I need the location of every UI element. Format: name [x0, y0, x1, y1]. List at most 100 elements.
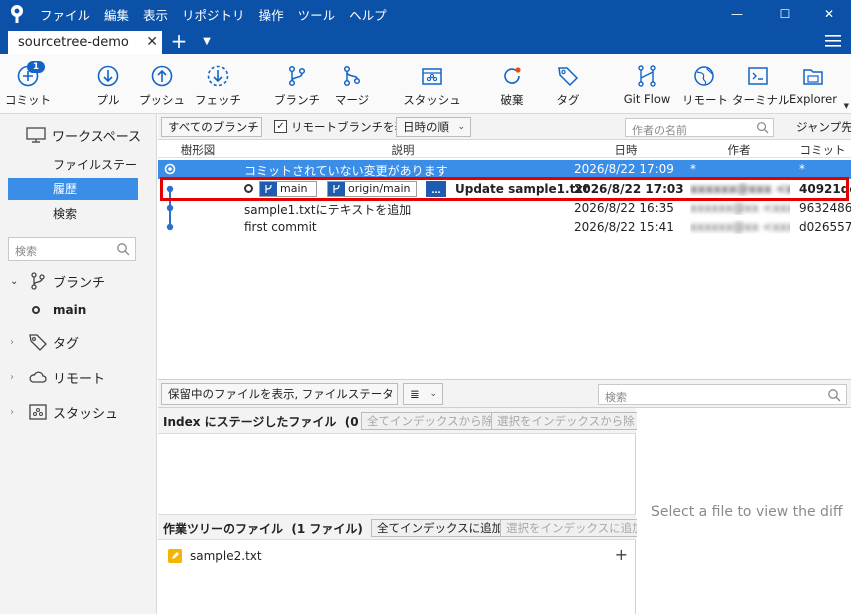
stage-file-plus-icon[interactable]: + [615, 545, 628, 564]
commit-hash: 9632486 [799, 201, 851, 215]
tab-close-icon[interactable]: ✕ [146, 34, 158, 50]
stage-all-button[interactable]: 全てインデックスに追加 [371, 519, 510, 537]
sidebar-item-search[interactable]: 検索 [8, 203, 138, 225]
tag-button[interactable]: タグ [548, 54, 588, 114]
stage-selected-button[interactable]: 選択をインデックスに追加 [500, 519, 650, 537]
author-search-input[interactable]: 作者の名前 [625, 118, 774, 137]
show-remote-branches-checkbox[interactable]: ✓ [274, 120, 287, 133]
hamburger-menu-icon[interactable] [825, 34, 841, 48]
worktree-files-label: 作業ツリーのファイル [163, 522, 284, 536]
menu-file[interactable]: ファイル [40, 5, 90, 24]
commit-description: first commit [244, 220, 317, 234]
sidebar-search-input[interactable]: 検索 [8, 237, 136, 261]
chevron-down-icon: ⌄ [10, 275, 19, 287]
branch-filter-dropdown[interactable]: すべてのブランチ ⌄ [161, 117, 262, 137]
terminal-button[interactable]: ターミナル [732, 54, 790, 114]
sort-order-dropdown[interactable]: 日時の順 ⌄ [396, 117, 471, 137]
close-button[interactable]: ✕ [806, 0, 851, 28]
tab-sourcetree-demo[interactable]: sourcetree-demo ✕ [8, 31, 162, 54]
view-mode-dropdown[interactable]: ≣ ⌄ [403, 383, 443, 405]
menu-actions[interactable]: 操作 [259, 5, 284, 24]
graph-node-9632486 [166, 204, 174, 212]
commit-row-9632486[interactable]: sample1.txtにテキストを追加 2026/8/22 16:35 xxxx… [158, 199, 851, 218]
gitflow-button[interactable]: Git Flow [622, 54, 672, 114]
explorer-button[interactable]: Explorer [788, 54, 838, 114]
menu-help[interactable]: ヘルプ [349, 5, 387, 24]
diff-pane: Select a file to view the diff [637, 408, 851, 614]
maximize-button[interactable]: ☐ [762, 0, 808, 28]
push-arrow-up-icon [151, 65, 173, 87]
gitflow-label: Git Flow [623, 92, 671, 106]
sidebar-group-remotes[interactable]: › リモート [10, 366, 105, 388]
commit-count-badge: 1 [27, 61, 45, 73]
merge-label: マージ [334, 93, 370, 107]
staging-pane: Index にステージしたファイル (0 ファイル) 全てインデックスから除く … [158, 408, 653, 614]
unstage-selected-button[interactable]: 選択をインデックスから除く [491, 412, 653, 430]
cloud-icon [29, 371, 47, 383]
worktree-file-row[interactable]: sample2.txt + [158, 545, 636, 566]
current-branch-ring-icon [32, 306, 40, 314]
sidebar-search-placeholder: 検索 [15, 245, 37, 258]
file-search-input[interactable]: 検索 [598, 384, 847, 405]
column-commit[interactable]: コミット [794, 142, 851, 158]
branch-label: ブランチ [274, 93, 320, 107]
menu-repository[interactable]: リポジトリ [182, 5, 245, 24]
file-name: sample2.txt [190, 549, 262, 563]
pending-files-dropdown[interactable]: 保留中のファイルを表示, ファイルステータス順⌄ [161, 383, 398, 421]
commit-date: 2026/8/22 16:35 [574, 201, 674, 215]
tag-icon [29, 334, 47, 351]
sidebar-group-tags[interactable]: › タグ [10, 331, 79, 353]
menu-tools[interactable]: ツール [298, 5, 336, 24]
new-tab-button[interactable]: + [168, 28, 190, 54]
fetch-button[interactable]: フェッチ [194, 54, 242, 114]
search-icon [117, 243, 130, 256]
branch-icon [288, 65, 306, 87]
commit-hash: * [799, 162, 805, 176]
sidebar-branch-main[interactable]: main [32, 301, 86, 319]
chevron-right-icon: › [10, 336, 14, 348]
discard-button[interactable]: 破棄 [492, 54, 532, 114]
remotes-label: リモート [53, 371, 106, 387]
sidebar-group-stashes[interactable]: › スタッシュ [10, 401, 118, 423]
minimize-icon: — [731, 7, 743, 21]
merge-button[interactable]: マージ [330, 54, 374, 114]
commit-row-d026557[interactable]: first commit 2026/8/22 15:41 xxxxxx@xx <… [158, 218, 851, 237]
chevron-right-icon: › [10, 371, 14, 383]
commit-description: sample1.txtにテキストを追加 [244, 203, 412, 217]
menu-view[interactable]: 表示 [143, 5, 168, 24]
diff-placeholder-message: Select a file to view the diff [651, 504, 843, 520]
column-date[interactable]: 日時 [568, 142, 684, 158]
chevron-down-icon: ⌄ [429, 389, 437, 399]
stash-button[interactable]: スタッシュ [402, 54, 462, 114]
push-label: プッシュ [139, 93, 185, 107]
tab-label: sourcetree-demo [18, 35, 129, 50]
sidebar-item-history[interactable]: 履歴 [8, 178, 138, 200]
discard-label: 破棄 [500, 93, 524, 107]
file-status-toolbar: 保留中のファイルを表示, ファイルステータス順⌄ ≣⌄ 検索 [158, 379, 851, 421]
main-toolbar: 1 コミット プル プッシュ フェッチ ブランチ マージ スタッシュ 破棄 タグ… [0, 54, 851, 114]
column-graph[interactable]: 樹形図 [158, 142, 238, 158]
column-author[interactable]: 作者 [684, 142, 794, 158]
stash-label: スタッシュ [403, 93, 461, 107]
minimize-button[interactable]: — [714, 0, 760, 28]
commit-button[interactable]: 1 コミット [0, 54, 56, 114]
workspace-label: ワークスペース [52, 129, 142, 145]
fetch-label: フェッチ [195, 93, 241, 107]
pull-label: プル [96, 93, 120, 107]
unstage-all-button[interactable]: 全てインデックスから除く [361, 412, 511, 430]
pull-button[interactable]: プル [86, 54, 130, 114]
toolbar-overflow-icon[interactable]: ▼ [844, 102, 849, 110]
stashes-label: スタッシュ [53, 406, 119, 422]
file-search-placeholder: 検索 [605, 391, 627, 404]
list-view-icon: ≣ [410, 387, 420, 401]
push-button[interactable]: プッシュ [138, 54, 186, 114]
sidebar-group-branches[interactable]: ⌄ ブランチ [10, 270, 105, 292]
commit-hash: d026557 [799, 220, 851, 234]
sidebar-item-file-status[interactable]: ファイルステータス [8, 154, 138, 194]
column-description[interactable]: 説明 [238, 142, 568, 158]
chevron-down-icon: ⌄ [457, 122, 465, 132]
tab-list-dropdown[interactable]: ▼ [200, 28, 214, 56]
remote-button[interactable]: リモート [682, 54, 728, 114]
branch-button[interactable]: ブランチ [272, 54, 322, 114]
menu-edit[interactable]: 編集 [104, 5, 129, 24]
